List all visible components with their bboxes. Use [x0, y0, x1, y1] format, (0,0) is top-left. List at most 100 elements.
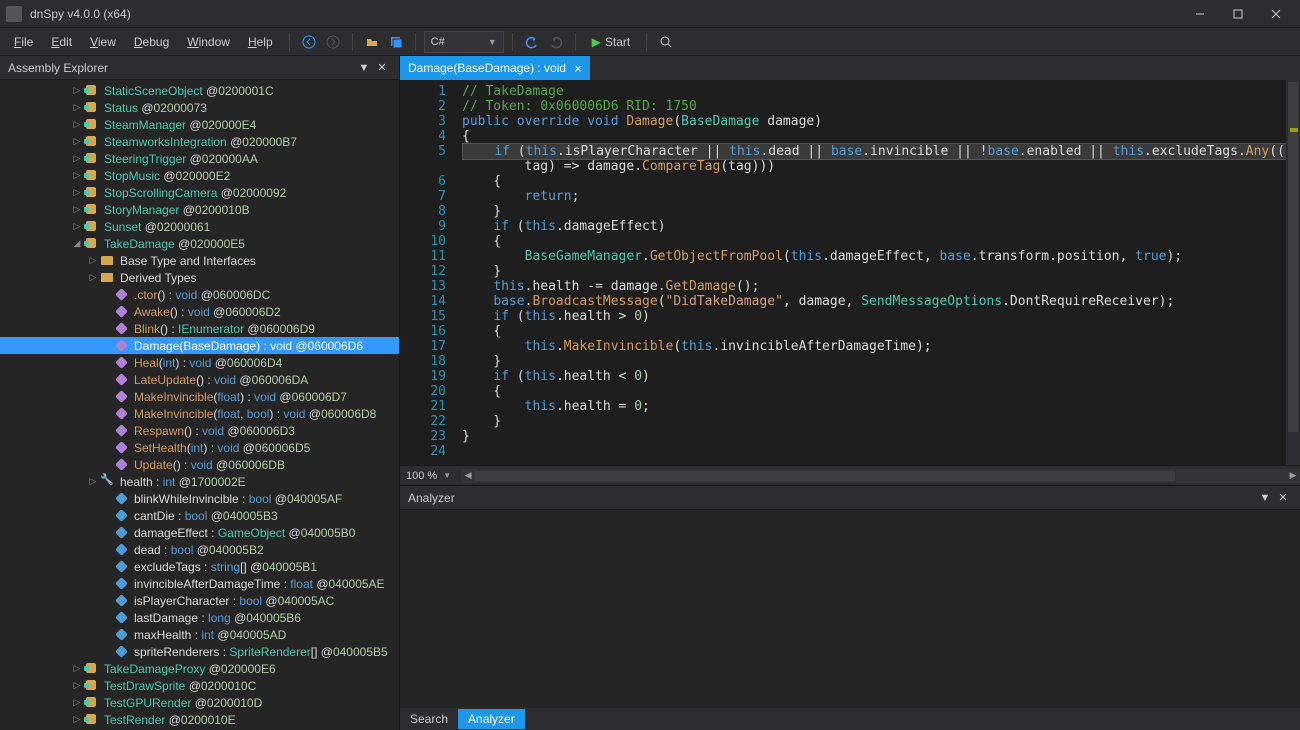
menu-file[interactable]: File — [6, 31, 41, 53]
start-debug-button[interactable]: ▶Start — [584, 31, 639, 53]
tree-twisty[interactable]: ▷ — [86, 476, 100, 487]
tree-twisty[interactable]: ▷ — [70, 136, 84, 147]
tree-label: Damage(BaseDamage) : void @060006D6 — [134, 339, 363, 353]
tree-node[interactable]: MakeInvincible(float, bool) : void @0600… — [0, 405, 399, 422]
tree-twisty[interactable]: ▷ — [70, 680, 84, 691]
scroll-right-arrow[interactable]: ▶ — [1286, 469, 1300, 483]
analyzer-body[interactable] — [400, 510, 1300, 708]
nav-forward-button[interactable] — [322, 31, 344, 53]
tree-node[interactable]: ▷ TestDrawSprite @0200010C — [0, 677, 399, 694]
tree-node[interactable]: LateUpdate() : void @060006DA — [0, 371, 399, 388]
tree-node[interactable]: lastDamage : long @040005B6 — [0, 609, 399, 626]
tab-search[interactable]: Search — [400, 709, 458, 729]
tree-node[interactable]: maxHealth : int @040005AD — [0, 626, 399, 643]
tree-twisty[interactable]: ▷ — [86, 255, 100, 266]
zoom-dropdown-icon[interactable]: ▼ — [443, 471, 457, 480]
tree-node[interactable]: ▷TestGPURender @0200010D — [0, 694, 399, 711]
tree-node[interactable]: dead : bool @040005B2 — [0, 541, 399, 558]
maximize-button[interactable] — [1220, 3, 1256, 25]
method-icon — [114, 390, 130, 404]
tree-twisty[interactable]: ▷ — [70, 153, 84, 164]
search-button[interactable] — [655, 31, 677, 53]
analyzer-dropdown-button[interactable]: ▼ — [1256, 489, 1274, 507]
tree-node[interactable]: Heal(int) : void @060006D4 — [0, 354, 399, 371]
tree-twisty[interactable]: ▷ — [70, 102, 84, 113]
panel-dropdown-button[interactable]: ▼ — [355, 59, 373, 77]
tree-twisty[interactable]: ▷ — [70, 170, 84, 181]
tree-node[interactable]: SetHealth(int) : void @060006D5 — [0, 439, 399, 456]
tab-analyzer[interactable]: Analyzer — [458, 709, 525, 729]
tree-node[interactable]: damageEffect : GameObject @040005B0 — [0, 524, 399, 541]
code-editor[interactable]: 12345 6789101112131415161718192021222324… — [400, 80, 1300, 465]
tree-node[interactable]: ▷SteamManager @020000E4 — [0, 116, 399, 133]
tree-node[interactable]: ▷ health : int @1700002E — [0, 473, 399, 490]
editor-tab[interactable]: Damage(BaseDamage) : void × — [400, 56, 590, 80]
tree-node[interactable]: Update() : void @060006DB — [0, 456, 399, 473]
tree-node[interactable]: spriteRenderers : SpriteRenderer[] @0400… — [0, 643, 399, 660]
tree-node[interactable]: ▷StaticSceneObject @0200001C — [0, 82, 399, 99]
close-button[interactable] — [1258, 3, 1294, 25]
tree-node[interactable]: cantDie : bool @040005B3 — [0, 507, 399, 524]
vertical-scrollbar[interactable] — [1286, 80, 1300, 465]
menu-edit[interactable]: Edit — [43, 31, 80, 53]
tree-node[interactable]: Blink() : IEnumerator @060006D9 — [0, 320, 399, 337]
tree-twisty[interactable]: ▷ — [86, 272, 100, 283]
code-content[interactable]: // TakeDamage // Token: 0x060006D6 RID: … — [456, 80, 1300, 465]
undo-button[interactable] — [521, 31, 543, 53]
tree-node[interactable]: ▷StopScrollingCamera @02000092 — [0, 184, 399, 201]
menu-view[interactable]: View — [82, 31, 124, 53]
zoom-level[interactable]: 100 % — [400, 470, 443, 482]
tab-close-icon[interactable]: × — [574, 62, 582, 75]
tree-view[interactable]: ▷StaticSceneObject @0200001C▷Status @020… — [0, 80, 399, 730]
tree-node[interactable]: ▷SteamworksIntegration @020000B7 — [0, 133, 399, 150]
tree-node[interactable]: ▷Sunset @02000061 — [0, 218, 399, 235]
analyzer-close-button[interactable]: ✕ — [1274, 489, 1292, 507]
tree-node[interactable]: excludeTags : string[] @040005B1 — [0, 558, 399, 575]
tree-label: blinkWhileInvincible : bool @040005AF — [134, 492, 342, 506]
tree-node[interactable]: ▷TakeDamageProxy @020000E6 — [0, 660, 399, 677]
field-icon — [114, 594, 130, 608]
tree-node[interactable]: MakeInvincible(float) : void @060006D7 — [0, 388, 399, 405]
tree-node[interactable]: invincibleAfterDamageTime : float @04000… — [0, 575, 399, 592]
save-all-button[interactable] — [385, 31, 407, 53]
minimize-button[interactable] — [1182, 3, 1218, 25]
tree-twisty[interactable]: ▷ — [70, 119, 84, 130]
panel-close-button[interactable]: ✕ — [373, 59, 391, 77]
menu-window[interactable]: Window — [179, 31, 238, 53]
tree-node[interactable]: ▷Derived Types — [0, 269, 399, 286]
tree-node[interactable]: ▷StopMusic @020000E2 — [0, 167, 399, 184]
tree-twisty[interactable]: ▷ — [70, 663, 84, 674]
redo-button[interactable] — [545, 31, 567, 53]
tree-node[interactable]: ◢TakeDamage @020000E5 — [0, 235, 399, 252]
tree-node[interactable]: ▷SteeringTrigger @020000AA — [0, 150, 399, 167]
horizontal-scrollbar[interactable]: ◀ ▶ — [461, 469, 1300, 483]
open-button[interactable] — [361, 31, 383, 53]
tree-node[interactable]: ▷TestRender @0200010E — [0, 711, 399, 728]
menu-help[interactable]: Help — [240, 31, 281, 53]
tree-node[interactable]: Awake() : void @060006D2 — [0, 303, 399, 320]
nav-back-button[interactable] — [298, 31, 320, 53]
tree-node[interactable]: Damage(BaseDamage) : void @060006D6 — [0, 337, 399, 354]
tree-node[interactable]: Respawn() : void @060006D3 — [0, 422, 399, 439]
tree-label: lastDamage : long @040005B6 — [134, 611, 301, 625]
scroll-left-arrow[interactable]: ◀ — [461, 469, 475, 483]
tree-twisty[interactable]: ◢ — [70, 238, 84, 249]
tree-twisty[interactable]: ▷ — [70, 221, 84, 232]
language-dropdown[interactable]: C#▼ — [424, 31, 504, 53]
tree-node[interactable]: ▷Base Type and Interfaces — [0, 252, 399, 269]
tree-label: dead : bool @040005B2 — [134, 543, 264, 557]
tree-node[interactable]: isPlayerCharacter : bool @040005AC — [0, 592, 399, 609]
menu-debug[interactable]: Debug — [126, 31, 177, 53]
tree-twisty[interactable]: ▷ — [70, 85, 84, 96]
tree-node[interactable]: ▷Status @02000073 — [0, 99, 399, 116]
tree-twisty[interactable]: ▷ — [70, 714, 84, 725]
editor-statusbar: 100 % ▼ ◀ ▶ — [400, 465, 1300, 485]
tree-node[interactable]: blinkWhileInvincible : bool @040005AF — [0, 490, 399, 507]
tree-twisty[interactable]: ▷ — [70, 204, 84, 215]
tree-node[interactable]: ▷StoryManager @0200010B — [0, 201, 399, 218]
tree-node[interactable]: .ctor() : void @060006DC — [0, 286, 399, 303]
tree-label: health : int @1700002E — [120, 475, 246, 489]
tree-label: TestDrawSprite @0200010C — [104, 679, 256, 693]
tree-twisty[interactable]: ▷ — [70, 697, 84, 708]
tree-twisty[interactable]: ▷ — [70, 187, 84, 198]
